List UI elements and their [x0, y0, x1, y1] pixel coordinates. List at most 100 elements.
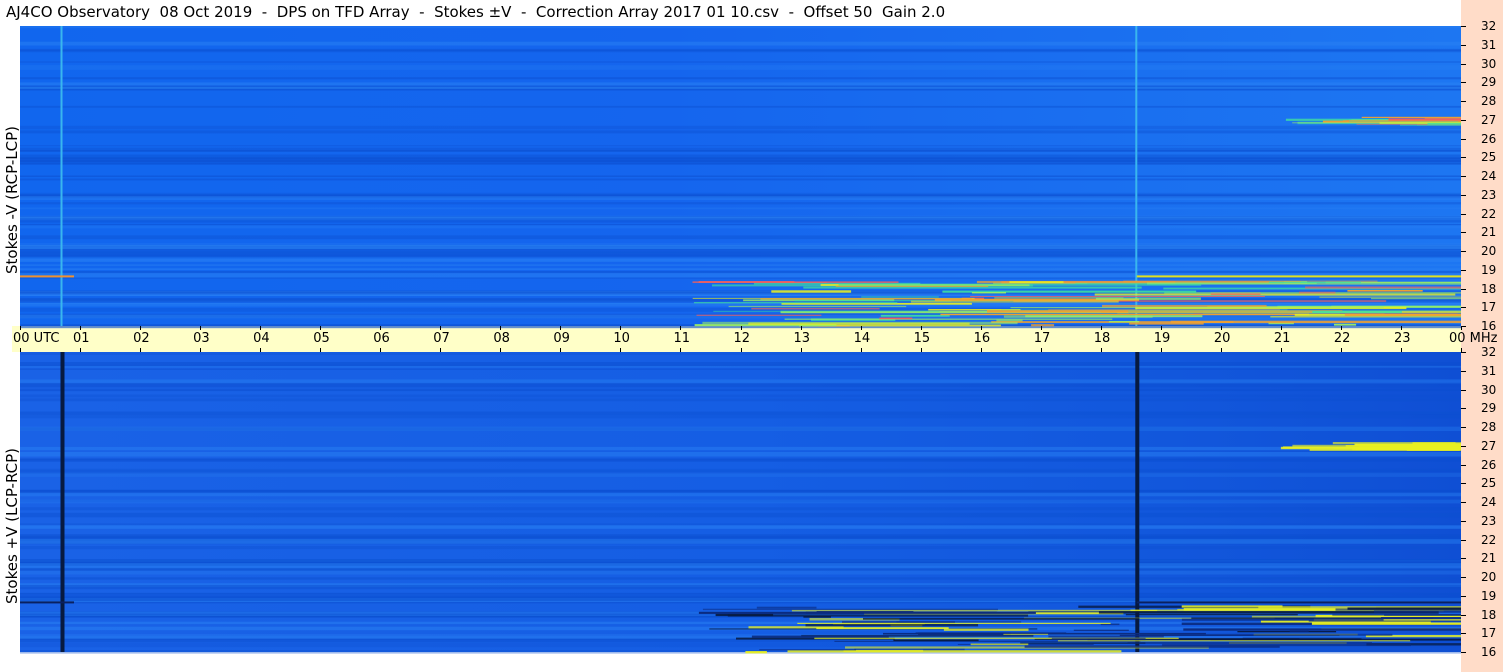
background-band [20, 577, 1461, 580]
burst-mark [893, 639, 979, 642]
frequency-tick-label: 17 [1481, 300, 1497, 315]
background-band [20, 254, 1461, 256]
frequency-tick-label: 32 [1481, 345, 1497, 359]
time-tick-mark [1400, 326, 1402, 330]
time-tick-label: 21 [1273, 331, 1291, 346]
background-band [20, 458, 1461, 461]
time-tick-mark [1040, 326, 1042, 330]
time-tick-label: 18 [1093, 331, 1111, 346]
frequency-tick-label: 26 [1481, 457, 1497, 472]
frequency-tick-label: 30 [1481, 56, 1497, 71]
time-tick-label: 00 UTC [13, 331, 60, 346]
frequency-tick-mark [1461, 633, 1466, 635]
time-tick-mark [140, 348, 142, 352]
burst-mark [805, 624, 979, 627]
frequency-tick-mark [1461, 502, 1466, 503]
frequency-tick-label: 20 [1481, 570, 1497, 584]
time-tick-label: 06 [373, 331, 390, 346]
burst-mark [1003, 633, 1049, 635]
burst-mark [1009, 281, 1064, 283]
burst-mark [1299, 291, 1336, 294]
burst-mark [1108, 321, 1140, 323]
burst-mark [1305, 286, 1461, 289]
frequency-tick-label: 18 [1481, 607, 1497, 622]
burst-mark [759, 649, 856, 651]
burst-mark [970, 643, 1029, 646]
burst-mark [713, 310, 940, 312]
burst-mark [1344, 313, 1461, 316]
frequency-tick-label: 26 [1481, 131, 1497, 146]
burst-mark [879, 317, 913, 320]
frequency-tick-mark [1461, 427, 1466, 428]
frequency-tick-mark [1461, 63, 1466, 65]
time-tick-mark [860, 348, 862, 352]
time-tick-mark [1340, 326, 1342, 330]
burst-mark [771, 290, 852, 293]
frequency-tick-label: 27 [1481, 112, 1497, 127]
frequency-tick-mark [1461, 213, 1466, 215]
burst-mark [838, 283, 1202, 286]
time-tick-label: 14 [853, 331, 871, 346]
background-band [20, 196, 1461, 200]
time-tick-mark [380, 348, 382, 352]
frequency-tick-mark [1461, 408, 1466, 410]
burst-mark [756, 606, 817, 609]
frequency-tick-label: 28 [1481, 420, 1497, 434]
frequency-tick-mark [1461, 352, 1466, 353]
burst-mark [1003, 315, 1153, 318]
time-tick-mark [980, 348, 982, 352]
burst-mark [1010, 307, 1384, 309]
time-tick-mark [440, 326, 442, 330]
frequency-tick-label: 32 [1481, 19, 1497, 33]
background-band [20, 546, 1461, 550]
time-tick-mark [1100, 326, 1102, 330]
vertical-line-mark [60, 352, 65, 652]
burst-mark [745, 651, 767, 654]
background-band [20, 259, 1461, 262]
burst-mark [698, 611, 1036, 614]
background-band [20, 411, 1461, 415]
frequency-tick-mark [1461, 595, 1466, 597]
burst-mark [863, 617, 1140, 620]
burst-mark [748, 626, 844, 629]
background-band [20, 105, 1461, 108]
burst-mark [1170, 320, 1461, 324]
frequency-tick-mark [1461, 326, 1466, 327]
background-band [20, 394, 1461, 398]
frequency-tick-mark [1461, 307, 1466, 309]
background-band [20, 650, 1461, 654]
time-tick-mark [140, 326, 142, 330]
frequency-tick-mark [1461, 558, 1466, 560]
background-band [20, 223, 1461, 226]
burst-mark [760, 298, 972, 300]
background-band [20, 468, 1461, 472]
burst-mark [728, 305, 907, 308]
frequency-tick-mark [1461, 26, 1466, 27]
time-tick-mark [680, 326, 682, 330]
burst-mark [835, 285, 989, 287]
burst-mark [696, 314, 822, 316]
time-tick-mark [80, 348, 82, 352]
time-tick-label: 22 [1333, 331, 1351, 346]
frequency-tick-label: 27 [1481, 438, 1497, 453]
time-tick-mark [200, 348, 202, 352]
time-tick-mark [980, 326, 982, 330]
background-band [20, 596, 1461, 601]
frequency-tick-label: 25 [1481, 150, 1497, 165]
background-band [20, 523, 1461, 526]
frequency-tick-mark [1461, 232, 1466, 234]
time-tick-mark [20, 348, 21, 352]
burst-mark [692, 281, 899, 283]
background-band [20, 563, 1461, 566]
burst-mark [1270, 316, 1461, 318]
burst-mark [1095, 297, 1201, 300]
time-tick-label: 05 [313, 331, 330, 346]
time-tick-mark [260, 326, 262, 330]
time-tick-label: 03 [193, 331, 210, 346]
time-tick-mark [1280, 326, 1282, 330]
background-band [20, 364, 1461, 367]
frequency-tick-label: 16 [1481, 319, 1497, 333]
burst-mark [1311, 622, 1461, 625]
burst-mark [1024, 645, 1280, 648]
frequency-tick-label: 22 [1481, 532, 1497, 547]
